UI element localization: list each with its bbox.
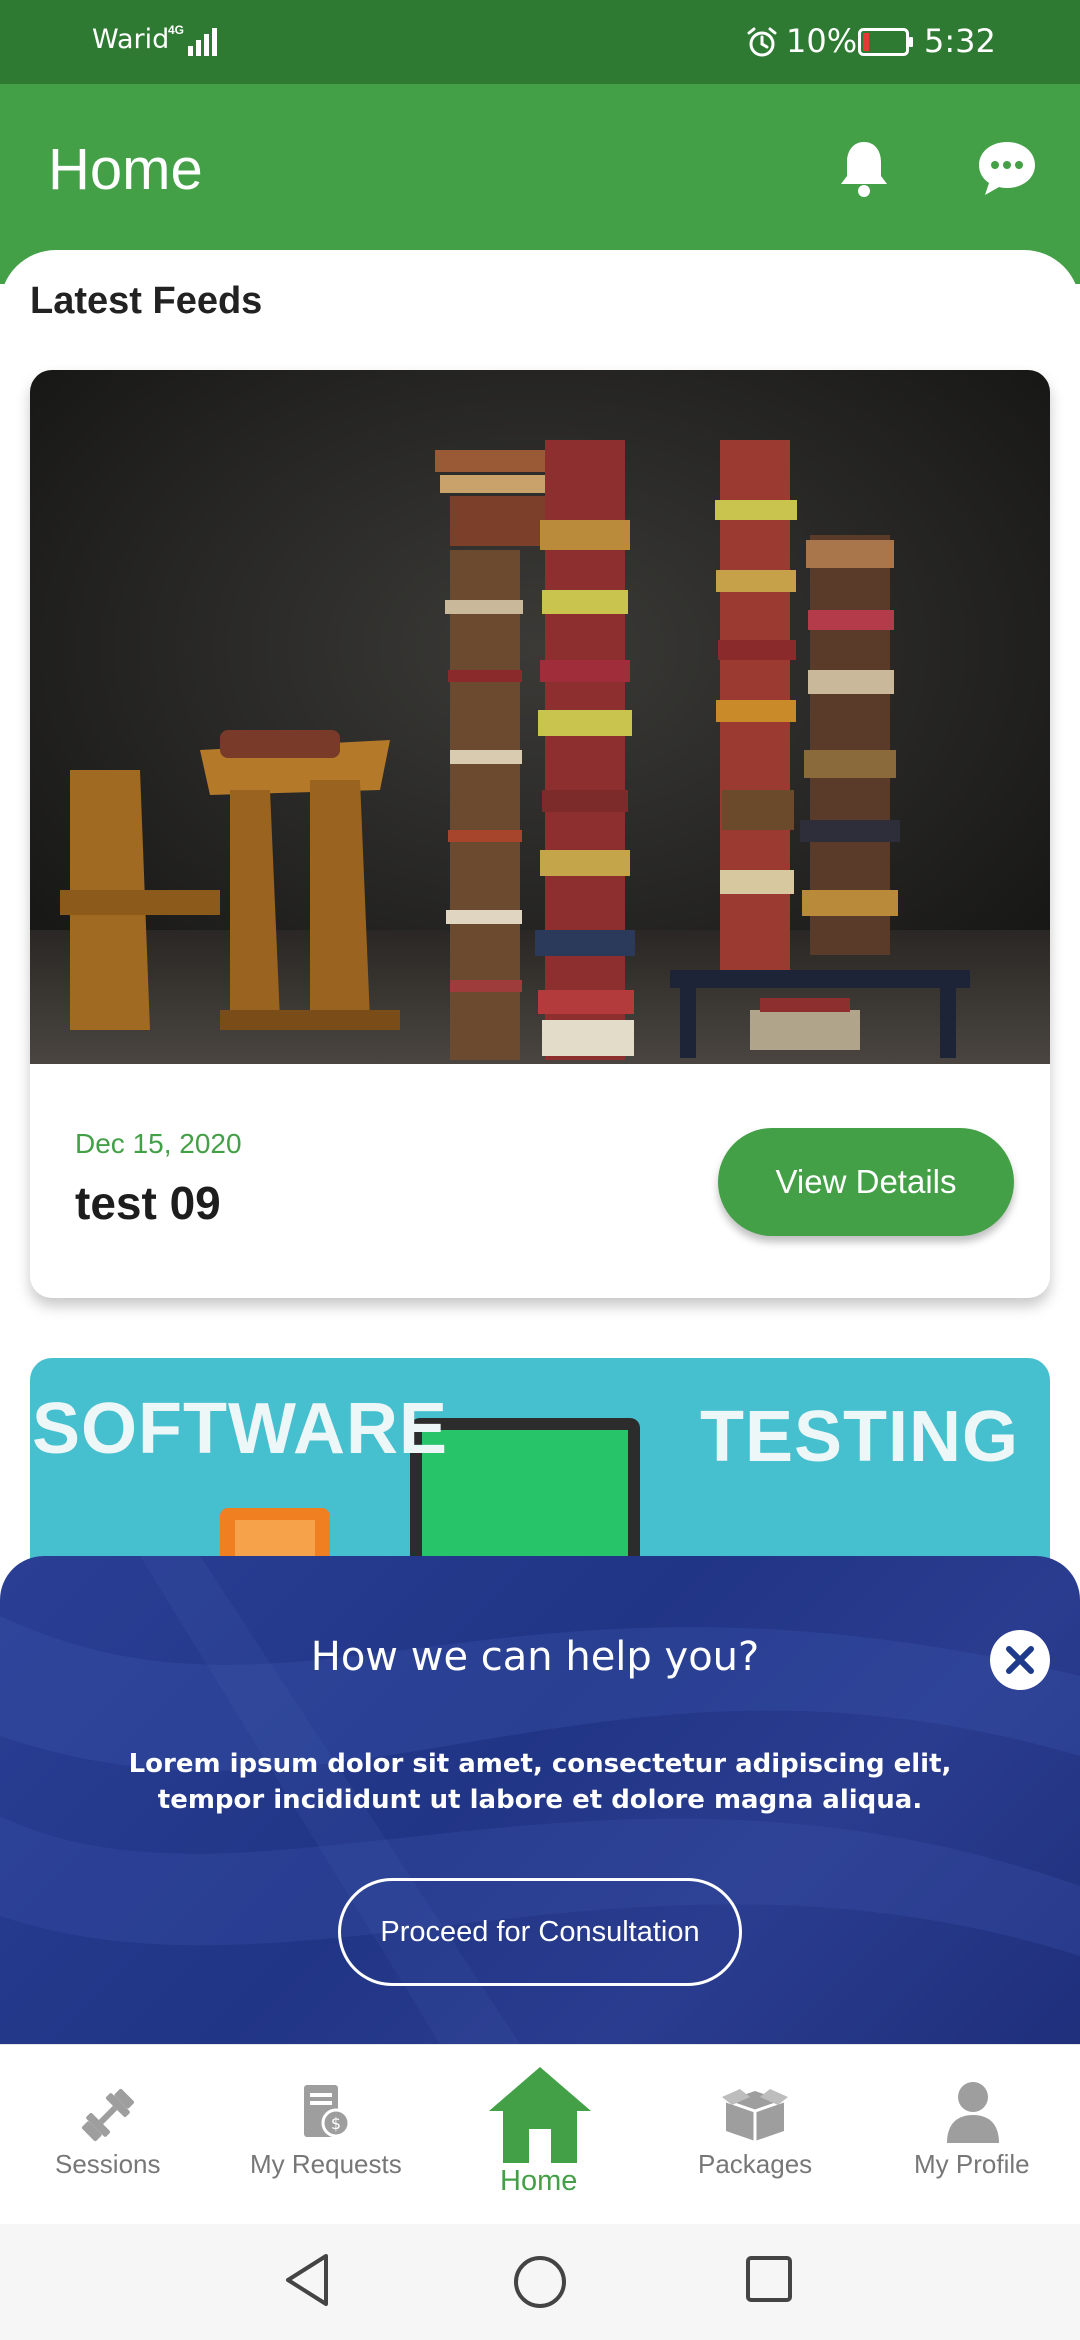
home-icon: [489, 2067, 591, 2163]
bell-icon[interactable]: [836, 138, 892, 198]
status-time: 5:32: [924, 22, 996, 60]
help-description: Lorem ipsum dolor sit amet, consectetur …: [128, 1749, 952, 1815]
nav-label: Packages: [698, 2149, 813, 2179]
close-button[interactable]: [990, 1630, 1050, 1690]
nav-label: Home: [500, 2165, 578, 2197]
network-type: 4G: [168, 23, 185, 37]
battery-percent: 10%: [786, 22, 858, 60]
help-panel: How we can help you? Lorem ipsum dolor s…: [0, 1556, 1080, 2044]
view-details-button[interactable]: View Details: [718, 1128, 1014, 1236]
status-bar: Warid 4G 10% 5:32: [0, 0, 1080, 84]
package-icon: [722, 2089, 788, 2141]
close-icon: [1006, 1646, 1034, 1674]
nav-label: Sessions: [55, 2149, 161, 2179]
feed-date: Dec 15, 2020: [75, 1128, 242, 1159]
banner-text: SOFTWARE: [32, 1389, 448, 1469]
section-title: Latest Feeds: [30, 280, 263, 322]
proceed-consultation-button[interactable]: Proceed for Consultation: [338, 1878, 742, 1986]
nav-label: My Requests: [250, 2149, 402, 2179]
feed-image: [30, 370, 1050, 1064]
back-icon[interactable]: [282, 2252, 332, 2308]
svg-text:$: $: [331, 2114, 341, 2133]
system-nav-bar: [0, 2224, 1080, 2340]
dumbbell-icon: [81, 2088, 135, 2142]
alarm-icon: [747, 27, 777, 57]
nav-label: My Profile: [914, 2149, 1030, 2179]
carrier-name: Warid: [92, 24, 170, 55]
bottom-nav: Sessions $ My Requests Home Packages My …: [0, 2044, 1080, 2224]
nav-item-home[interactable]: Home: [455, 2045, 625, 2225]
nav-item-my-profile[interactable]: My Profile: [888, 2045, 1058, 2225]
help-title: How we can help you?: [310, 1634, 760, 1680]
banner-text: TESTING: [700, 1397, 1020, 1477]
nav-item-packages[interactable]: Packages: [670, 2045, 840, 2225]
feed-card[interactable]: Dec 15, 2020 test 09 View Details: [30, 370, 1050, 1298]
requests-icon: $: [304, 2085, 351, 2138]
chat-icon[interactable]: [976, 138, 1038, 198]
nav-item-my-requests[interactable]: $ My Requests: [240, 2045, 410, 2225]
battery-low-icon: [858, 28, 913, 56]
home-circle-icon[interactable]: [512, 2254, 568, 2310]
nav-item-sessions[interactable]: Sessions: [22, 2045, 192, 2225]
feed-title: test 09: [75, 1177, 221, 1229]
profile-icon: [947, 2082, 999, 2143]
signal-icon: [188, 28, 217, 56]
recents-icon[interactable]: [744, 2254, 794, 2304]
page-title: Home: [48, 137, 203, 202]
